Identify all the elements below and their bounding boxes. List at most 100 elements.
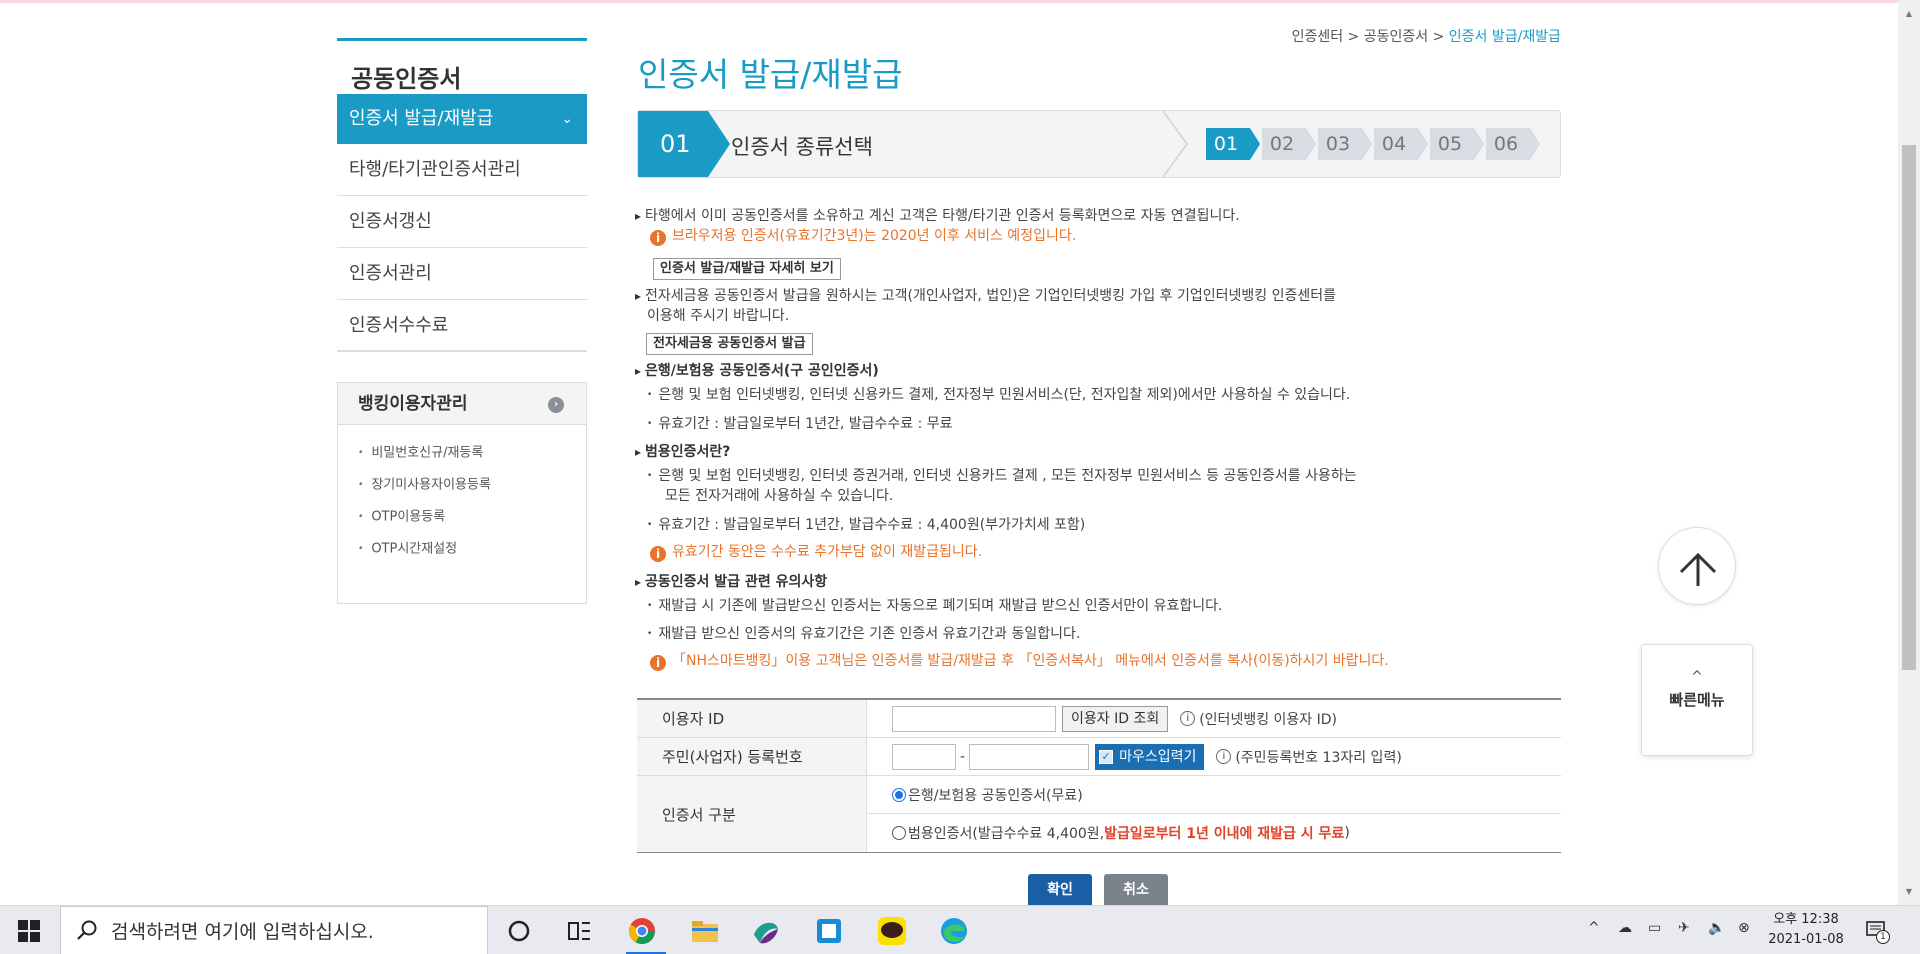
volume-icon[interactable]: 🔈 [1708, 920, 1725, 936]
top-accent-line [0, 0, 1920, 3]
edge-icon[interactable] [938, 915, 970, 947]
scroll-top-button[interactable] [1658, 527, 1736, 605]
heading-notes: 공동인증서 발급 관련 유의사항 [635, 572, 827, 592]
general-cert-usage: 은행 및 보험 인터넷뱅킹, 인터넷 증권거래, 인터넷 신용카드 결제 , 모… [635, 466, 1356, 486]
scroll-down-icon[interactable]: ▼ [1898, 882, 1920, 902]
search-icon [77, 920, 97, 940]
guide-tax-cert: 전자세금용 공동인증서 발급을 원하시는 고객(개인사업자, 법인)은 기업인터… [635, 286, 1336, 306]
note-reissue-validity: 재발급 받으신 인증서의 유효기간은 기존 인증서 유효기간과 동일합니다. [635, 624, 1080, 644]
ime-icon[interactable]: ⊗ [1738, 920, 1750, 936]
row-user-id: 이용자 ID 이용자 ID 조회 i (인터넷뱅킹 이용자 ID) [637, 700, 1561, 738]
step-2: 02 [1262, 128, 1316, 160]
rrn-label: 주민(사업자) 등록번호 [637, 738, 867, 775]
sidebar-sub-longterm[interactable]: 장기미사용자이용등록 [358, 475, 586, 507]
info-icon: i [650, 655, 666, 671]
sidebar-menu: 인증서 발급/재발급 ⌄ 타행/타기관인증서관리 인증서갱신 인증서관리 인증서… [337, 94, 587, 352]
checkbox-checked-icon: ✓ [1099, 749, 1114, 764]
sidebar-item-issue[interactable]: 인증서 발급/재발급 ⌄ [337, 94, 587, 144]
bank-cert-usage: 은행 및 보험 인터넷뱅킹, 인터넷 신용카드 결제, 전자정부 민원서비스(단… [635, 385, 1350, 405]
sidebar-sub-password[interactable]: 비밀번호신규/재등록 [358, 443, 586, 475]
taskbar-search-placeholder: 검색하려면 여기에 입력하십시오. [111, 921, 374, 943]
mouse-input-toggle[interactable]: ✓ 마우스입력기 [1095, 743, 1205, 770]
notification-icon[interactable]: 1 [1864, 918, 1890, 944]
banking-user-box: 뱅킹이용자관리 › 비밀번호신규/재등록 장기미사용자이용등록 OTP이용등록 … [337, 382, 587, 604]
warning-reissue-free: i 유효기간 동안은 수수료 추가부담 없이 재발급됩니다. [650, 542, 982, 562]
step-5: 05 [1430, 128, 1484, 160]
form-buttons: 확인 취소 [1028, 874, 1168, 906]
sidebar-item-other-bank[interactable]: 타행/타기관인증서관리 [337, 144, 587, 196]
taskbar-search[interactable]: 검색하려면 여기에 입력하십시오. [60, 906, 488, 954]
bank-cert-validity: 유효기간 : 발급일로부터 1년간, 발급수수료 : 무료 [635, 414, 952, 434]
cortana-icon[interactable] [503, 915, 535, 947]
rrn-back-input[interactable] [969, 743, 1090, 770]
sidebar-item-manage[interactable]: 인증서관리 [337, 248, 587, 300]
rrn-front-input[interactable] [892, 743, 956, 770]
cancel-button[interactable]: 취소 [1104, 874, 1168, 906]
row-rrn: 주민(사업자) 등록번호 - ✓ 마우스입력기 i (주민등록번호 13자리 입… [637, 738, 1561, 776]
step-3: 03 [1318, 128, 1372, 160]
store-app-icon[interactable] [813, 915, 845, 947]
note-reissue-revoke: 재발급 시 기존에 발급받으신 인증서는 자동으로 폐기되며 재발급 받으신 인… [635, 596, 1222, 616]
row-cert-type: 인증서 구분 은행/보험용 공동인증서(무료) 범용인증서(발급수수료 4,40… [637, 776, 1561, 852]
battery-icon[interactable]: ▭ [1648, 920, 1661, 936]
app-icon-teal[interactable] [750, 915, 782, 947]
page-title: 인증서 발급/재발급 [638, 55, 903, 94]
banking-user-title[interactable]: 뱅킹이용자관리 › [338, 383, 586, 425]
user-id-label: 이용자 ID [637, 700, 867, 737]
notification-count: 1 [1876, 930, 1890, 944]
task-view-icon[interactable] [563, 915, 595, 947]
option-general-cert[interactable]: 범용인증서(발급수수료 4,400원, 발급일로부터 1년 이내에 재발급 시 … [867, 814, 1561, 852]
arrow-right-icon[interactable]: › [548, 397, 564, 413]
breadcrumb-parent[interactable]: 공동인증서 [1364, 29, 1428, 45]
quick-menu-button[interactable]: ^ 빠른메뉴 [1641, 644, 1753, 756]
warning-browser-cert: i 브라우저용 인증서(유효기간3년)는 2020년 이후 서비스 예정입니다. [650, 226, 1076, 246]
general-cert-usage-2: 모든 전자거래에 사용하실 수 있습니다. [665, 488, 894, 504]
sidebar: 공동인증서 인증서 발급/재발급 ⌄ 타행/타기관인증서관리 인증서갱신 인증서… [337, 38, 587, 604]
user-id-lookup-button[interactable]: 이용자 ID 조회 [1062, 705, 1169, 732]
info-icon: i [1180, 711, 1196, 726]
radio-bank-cert[interactable] [892, 787, 906, 802]
user-id-input[interactable] [892, 705, 1056, 732]
scroll-up-icon[interactable]: ▲ [1898, 4, 1920, 24]
issue-detail-button[interactable]: 인증서 발급/재발급 자세히 보기 [653, 258, 841, 280]
step-4: 04 [1374, 128, 1428, 160]
taskbar-clock[interactable]: 오후 12:38 2021-01-08 [1766, 910, 1846, 950]
breadcrumb-home[interactable]: 인증센터 [1292, 29, 1344, 45]
info-icon: i [650, 546, 666, 562]
cert-form: 이용자 ID 이용자 ID 조회 i (인터넷뱅킹 이용자 ID) 주민(사업자… [637, 698, 1561, 853]
option-bank-cert[interactable]: 은행/보험용 공동인증서(무료) [867, 776, 1561, 814]
sidebar-title: 공동인증서 [337, 38, 587, 94]
guide-other-bank: 타행에서 이미 공동인증서를 소유하고 계신 고객은 타행/타기관 인증서 등록… [635, 206, 1240, 226]
onedrive-icon[interactable]: ☁ [1618, 920, 1632, 936]
sidebar-item-renew[interactable]: 인증서갱신 [337, 196, 587, 248]
general-cert-validity: 유효기간 : 발급일로부터 1년간, 발급수수료 : 4,400원(부가가치세 … [635, 515, 1085, 535]
chevron-down-icon: ⌄ [561, 111, 573, 127]
info-icon: i [650, 230, 666, 246]
breadcrumb-current: 인증서 발급/재발급 [1448, 29, 1561, 45]
scroll-thumb[interactable] [1902, 145, 1916, 670]
sidebar-item-fee[interactable]: 인증서수수료 [337, 300, 587, 352]
current-step-label: 인증서 종류선택 [731, 135, 873, 159]
airplane-mode-icon[interactable]: ✈ [1678, 920, 1690, 936]
sidebar-sub-otp-time[interactable]: OTP시간재설정 [358, 539, 586, 571]
heading-bank-cert: 은행/보험용 공동인증서(구 공인인증서) [635, 361, 879, 381]
step-6: 06 [1486, 128, 1540, 160]
taskbar: 검색하려면 여기에 입력하십시오. ^ ☁ ▭ ✈ 🔈 ⊗ 오후 12:38 2… [0, 905, 1920, 954]
user-id-hint: (인터넷뱅킹 이용자 ID) [1199, 711, 1337, 728]
chevron-up-icon: ^ [1691, 669, 1703, 685]
tax-cert-issue-button[interactable]: 전자세금용 공동인증서 발급 [646, 333, 813, 355]
arrow-up-icon [1679, 552, 1717, 586]
warning-smart-banking: i 「NH스마트뱅킹」이용 고객님은 인증서를 발급/재발급 후 「인증서복사」 … [650, 651, 1389, 671]
step-1: 01 [1206, 128, 1260, 160]
scrollbar[interactable]: ▲ ▼ [1898, 0, 1920, 905]
current-step-number: 01 [638, 111, 730, 177]
radio-general-cert[interactable] [892, 826, 906, 840]
chrome-icon[interactable] [626, 915, 658, 947]
confirm-button[interactable]: 확인 [1028, 874, 1092, 906]
sidebar-sub-otp-register[interactable]: OTP이용등록 [358, 507, 586, 539]
tray-chevron-up-icon[interactable]: ^ [1588, 920, 1600, 936]
heading-general-cert: 범용인증서란? [635, 442, 730, 462]
file-explorer-icon[interactable] [689, 915, 721, 947]
windows-start-icon[interactable] [18, 920, 40, 942]
kakaotalk-icon[interactable] [876, 915, 908, 947]
